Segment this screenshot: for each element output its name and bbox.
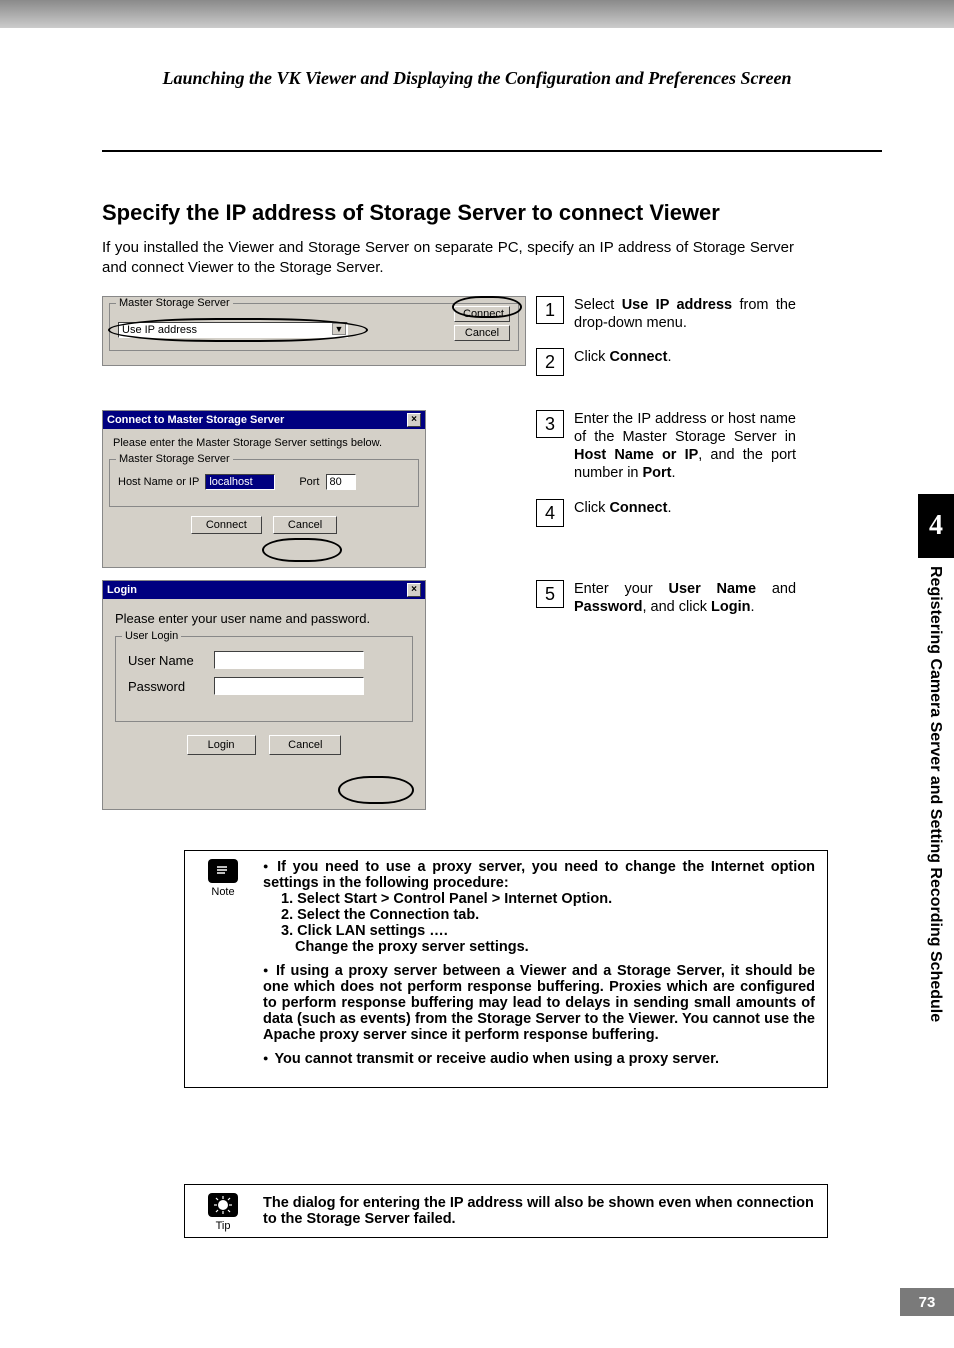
step-number: 2 (536, 348, 564, 376)
step-number: 1 (536, 296, 564, 324)
chapter-title: Registering Camera Server and Setting Re… (918, 558, 952, 1198)
page: Launching the VK Viewer and Displaying t… (0, 0, 954, 1348)
chapter-side-tab: 4 Registering Camera Server and Setting … (918, 494, 954, 1274)
close-icon[interactable]: × (407, 583, 421, 597)
step-number: 5 (536, 580, 564, 608)
username-input[interactable] (214, 651, 364, 669)
username-label: User Name (128, 653, 214, 668)
group-label: Master Storage Server (116, 297, 233, 309)
host-input[interactable]: localhost (205, 474, 275, 490)
highlight-ring-connect (452, 296, 522, 318)
close-icon[interactable]: × (407, 413, 421, 427)
chapter-number: 4 (918, 494, 954, 558)
connect-button[interactable]: Connect (191, 516, 262, 534)
figure-login-dialog: Login × Please enter your user name and … (102, 580, 526, 810)
password-input[interactable] (214, 677, 364, 695)
header-rule (102, 150, 882, 152)
host-label: Host Name or IP (118, 476, 199, 488)
port-label: Port (299, 476, 319, 488)
highlight-ring-dropdown (108, 318, 368, 342)
section-title: Specify the IP address of Storage Server… (102, 200, 720, 226)
dialog-instruction: Please enter your user name and password… (103, 599, 425, 630)
top-gradient-bar (0, 0, 954, 28)
step-number: 4 (536, 499, 564, 527)
highlight-ring-login (338, 776, 414, 804)
figure-master-storage: Master Storage Server Use IP address▼ Co… (102, 296, 526, 366)
note-box: Note If you need to use a proxy server, … (184, 850, 828, 1088)
group-label: User Login (122, 630, 181, 642)
step-1: 1 Select Use IP address from the drop-do… (536, 296, 796, 332)
login-button[interactable]: Login (187, 735, 256, 755)
cancel-button[interactable]: Cancel (454, 325, 510, 341)
dialog-title: Connect to Master Storage Server (107, 414, 284, 426)
dialog-instruction: Please enter the Master Storage Server s… (103, 429, 425, 453)
tip-icon: Tip (195, 1193, 251, 1232)
step-4: 4 Click Connect. (536, 499, 796, 527)
highlight-ring-connect2 (262, 538, 342, 562)
password-label: Password (128, 679, 214, 694)
note-icon: Note (195, 859, 251, 898)
cancel-button[interactable]: Cancel (269, 735, 341, 755)
intro-paragraph: If you installed the Viewer and Storage … (102, 238, 794, 277)
step-number: 3 (536, 410, 564, 438)
step-2: 2 Click Connect. (536, 348, 796, 376)
dialog-title: Login (107, 584, 137, 596)
page-number: 73 (900, 1288, 954, 1316)
port-input[interactable]: 80 (326, 474, 356, 490)
step-5: 5 Enter your User Name and Password, and… (536, 580, 796, 616)
tip-box: Tip The dialog for entering the IP addre… (184, 1184, 828, 1238)
group-label: Master Storage Server (116, 453, 233, 465)
running-header: Launching the VK Viewer and Displaying t… (0, 68, 954, 89)
step-3: 3 Enter the IP address or host name of t… (536, 410, 796, 483)
cancel-button[interactable]: Cancel (273, 516, 337, 534)
figure-connect-dialog: Connect to Master Storage Server × Pleas… (102, 410, 526, 568)
